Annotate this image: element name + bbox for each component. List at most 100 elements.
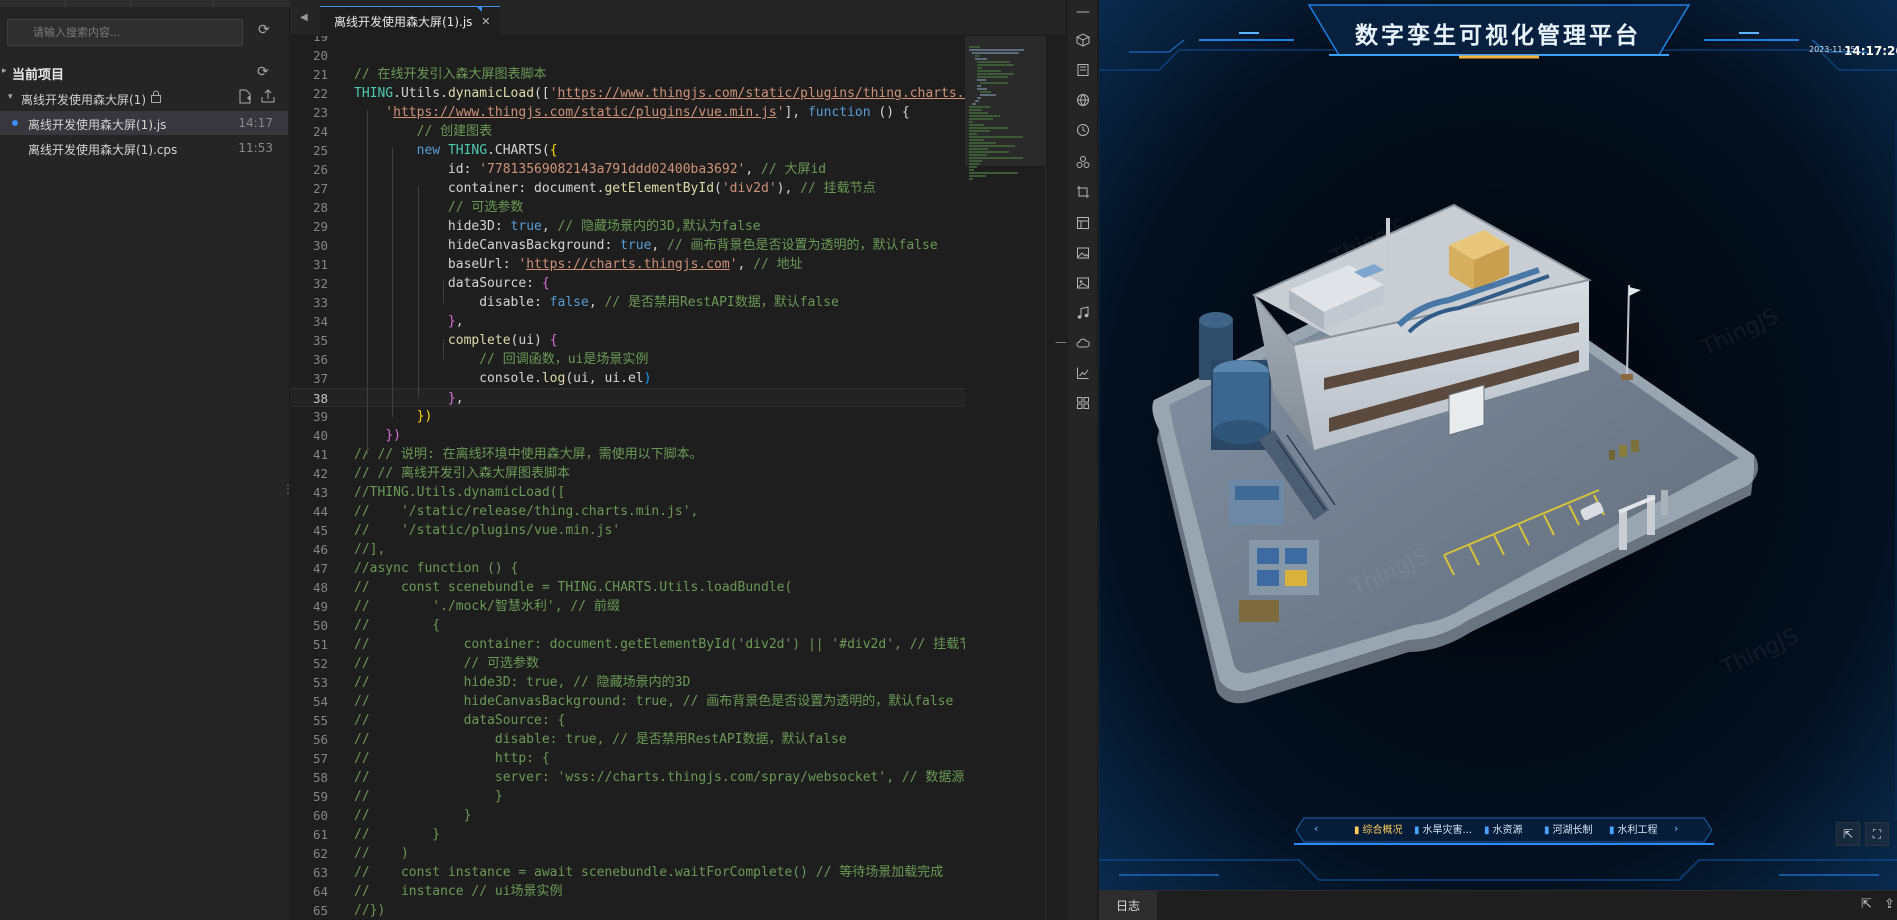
- layout-icon[interactable]: [1073, 216, 1093, 236]
- code-line[interactable]: 51 // container: document.getElementById(…: [290, 635, 965, 654]
- code-token: true: [510, 219, 542, 234]
- code-token: ': [729, 257, 738, 272]
- code-line[interactable]: 61 // }: [290, 825, 965, 844]
- nav-next-icon[interactable]: ›: [1674, 822, 1678, 835]
- code-token: ,: [651, 238, 668, 253]
- new-file-icon[interactable]: [238, 89, 252, 108]
- drag-grip-icon[interactable]: ⋮: [282, 482, 294, 496]
- code-line[interactable]: 23 'https://www.thingjs.com/static/plugi…: [290, 103, 965, 122]
- document-icon: ▮: [1484, 825, 1490, 836]
- code-text: }): [354, 407, 433, 426]
- code-text: hide3D: true, // 隐藏场景内的3D,默认为false: [354, 217, 761, 236]
- code-line[interactable]: 43 //THING.Utils.dynamicLoad([: [290, 483, 965, 502]
- code-line[interactable]: 56 // disable: true, // 是否禁用RestAPI数据，默认f…: [290, 730, 965, 749]
- nav-prev-icon[interactable]: ‹: [1314, 822, 1318, 835]
- nav-item[interactable]: ▮ 河湖长制: [1544, 821, 1593, 839]
- fullscreen-icon[interactable]: ⛶: [1865, 822, 1889, 846]
- music-icon[interactable]: [1073, 306, 1093, 326]
- code-line[interactable]: 46 //],: [290, 540, 965, 559]
- file-item[interactable]: 离线开发使用森大屏(1).cps 11:53: [0, 136, 288, 160]
- code-token: // 画布背景色是否设置为透明的，默认false: [667, 238, 938, 253]
- code-line[interactable]: 19: [290, 36, 965, 46]
- nav-item[interactable]: ▮ 水旱灾害...: [1414, 821, 1472, 839]
- close-icon[interactable]: ✕: [481, 7, 490, 37]
- project-row[interactable]: ▾ 离线开发使用森大屏(1): [0, 89, 290, 109]
- editor-tab[interactable]: 离线开发使用森大屏(1).js ✕: [320, 6, 501, 37]
- code-token: THING: [447, 143, 488, 158]
- code-line[interactable]: 41 // // 说明: 在离线环境中使用森大屏，需使用以下脚本。: [290, 445, 965, 464]
- code-line[interactable]: 54 // hideCanvasBackground: true, // 画布背景…: [290, 692, 965, 711]
- nav-item[interactable]: ▮ 水资源: [1484, 821, 1523, 839]
- open-external-icon[interactable]: ⇱: [1836, 822, 1860, 846]
- code-line[interactable]: 21 // 在线开发引入森大屏图表脚本: [290, 65, 965, 84]
- minimap-line: [971, 52, 1019, 54]
- code-text: // './mock/智慧水利', // 前缀: [354, 597, 620, 616]
- editor-scrollbar[interactable]: [1045, 36, 1065, 920]
- refresh-search-icon[interactable]: ⟳: [258, 22, 270, 38]
- editor-tab-bar: ◀ 离线开发使用森大屏(1).js ✕: [290, 0, 1065, 36]
- project-expand-icon[interactable]: ▾: [8, 92, 13, 102]
- minimap-line: [977, 64, 1014, 66]
- code-token: dynamicLoad: [447, 86, 535, 101]
- scene-preview[interactable]: 数字孪生可视化管理平台 2023-11-15 14:17:26 ThingJS …: [1099, 0, 1897, 890]
- cube-icon[interactable]: [1073, 33, 1093, 53]
- line-number: 46: [312, 542, 328, 557]
- minimap-line: [969, 175, 986, 177]
- open-external-icon[interactable]: ⇱: [1861, 897, 1872, 912]
- code-line[interactable]: 42 // // 离线开发引入森大屏图表脚本: [290, 464, 965, 483]
- code-line[interactable]: 24 // 创建图表: [290, 122, 965, 141]
- section-collapse-icon[interactable]: ▸: [2, 66, 7, 76]
- code-line[interactable]: 52 // // 可选参数: [290, 654, 965, 673]
- grid-icon[interactable]: [1073, 396, 1093, 416]
- file-item[interactable]: 离线开发使用森大屏(1).js 14:17: [0, 111, 288, 135]
- code-line[interactable]: 49 // './mock/智慧水利', // 前缀: [290, 597, 965, 616]
- code-line[interactable]: 58 // server: 'wss://charts.thingjs.com/s…: [290, 768, 965, 787]
- code-line[interactable]: 65 //}): [290, 901, 965, 920]
- code-line[interactable]: 50 // {: [290, 616, 965, 635]
- code-line[interactable]: 53 // hide3D: true, // 隐藏场景内的3D: [290, 673, 965, 692]
- code-token: ,: [588, 295, 605, 310]
- minimap-line: [974, 58, 988, 60]
- code-line[interactable]: 57 // http: {: [290, 749, 965, 768]
- indent-guide: [443, 281, 444, 303]
- search-input[interactable]: [8, 20, 242, 45]
- code-line[interactable]: 60 // }: [290, 806, 965, 825]
- nav-item[interactable]: ▮ 水利工程: [1609, 821, 1658, 839]
- chart-icon[interactable]: [1073, 366, 1093, 386]
- code-text: // hideCanvasBackground: true, // 画布背景色是…: [354, 692, 953, 711]
- nav-item[interactable]: ▮ 综合概况: [1354, 821, 1403, 839]
- book-icon[interactable]: [1073, 63, 1093, 83]
- code-line[interactable]: 40 }): [290, 426, 965, 445]
- code-line[interactable]: 55 // dataSource: {: [290, 711, 965, 730]
- code-token: // 回调函数，ui是场景实例: [354, 352, 649, 367]
- image-icon[interactable]: [1073, 246, 1093, 266]
- picture-icon[interactable]: [1073, 276, 1093, 296]
- export-icon[interactable]: ⇪: [1884, 897, 1895, 912]
- refresh-project-icon[interactable]: ⟳: [257, 64, 269, 80]
- code-area[interactable]: 19 20 21// 在线开发引入森大屏图表脚本 22 THING.Utils.dyna…: [290, 36, 965, 920]
- upload-icon[interactable]: [261, 89, 275, 107]
- search-field[interactable]: [7, 19, 243, 46]
- cluster-icon[interactable]: [1073, 155, 1093, 175]
- tab-scroll-left-icon[interactable]: ◀: [300, 12, 308, 23]
- code-line[interactable]: 45 // '/static/plugins/vue.min.js': [290, 521, 965, 540]
- code-line[interactable]: 22 THING.Utils.dynamicLoad(['https://www.…: [290, 84, 965, 103]
- cloud-icon[interactable]: [1073, 336, 1093, 356]
- code-line[interactable]: 64 // instance // ui场景实例: [290, 882, 965, 901]
- scene-canvas[interactable]: [1099, 0, 1897, 890]
- code-line[interactable]: 47 //async function () {: [290, 559, 965, 578]
- code-line[interactable]: 63 // const instance = await scenebundle.…: [290, 863, 965, 882]
- code-line[interactable]: 20: [290, 46, 965, 65]
- code-line[interactable]: 62 // ): [290, 844, 965, 863]
- code-line[interactable]: 44 // '/static/release/thing.charts.min.j…: [290, 502, 965, 521]
- minimap[interactable]: [965, 36, 1045, 920]
- sidebar-top-tabs: [0, 0, 290, 7]
- history-icon[interactable]: [1073, 123, 1093, 143]
- code-token: (ui, ui.el: [565, 371, 644, 386]
- code-line[interactable]: 59 // }: [290, 787, 965, 806]
- crop-icon[interactable]: [1073, 185, 1093, 205]
- code-line[interactable]: 48 // const scenebundle = THING.CHARTS.Ut…: [290, 578, 965, 597]
- log-tab[interactable]: 日志: [1099, 891, 1157, 920]
- globe-icon[interactable]: [1073, 93, 1093, 113]
- code-token: https://www.thingjs.com/static/plugins/t…: [557, 86, 965, 101]
